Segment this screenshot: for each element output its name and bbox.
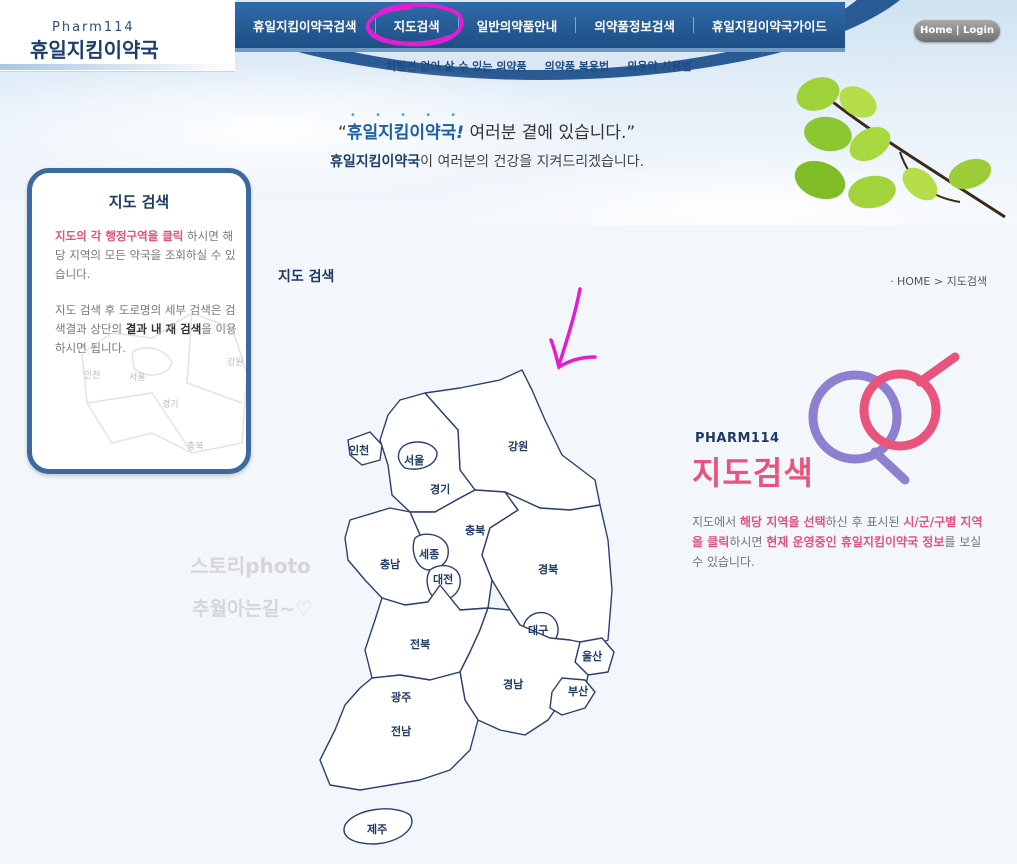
slogan-dots: • • • • • [350, 110, 465, 121]
mini-label-incheon: 인천 [84, 371, 101, 381]
watermark-text-1: 스토리photo [190, 554, 311, 578]
region-label-seoul[interactable]: 서울 [404, 452, 424, 468]
region-label-daegu[interactable]: 대구 [528, 622, 548, 638]
region-label-gyeongbuk[interactable]: 경북 [538, 561, 558, 577]
region-label-incheon[interactable]: 인천 [349, 442, 369, 458]
nav-drug-info-search[interactable]: 의약품정보검색 [576, 16, 693, 35]
region-label-jeonnam[interactable]: 전남 [391, 723, 411, 739]
region-label-gwangju[interactable]: 광주 [391, 689, 411, 705]
sidebar-title: 지도 검색 [108, 193, 170, 211]
brand-label: PHARM114 [695, 431, 780, 446]
home-login-button[interactable]: Home | Login [914, 20, 1000, 42]
region-label-ulsan[interactable]: 울산 [582, 648, 602, 664]
subnav-dosage[interactable]: 의약품 복용법 [545, 58, 610, 74]
region-label-chungbuk[interactable]: 충북 [465, 522, 485, 538]
region-label-gyeongnam[interactable]: 경남 [503, 676, 523, 692]
leaves-decoration [794, 77, 1006, 219]
nav-otc-guide[interactable]: 일반의약품안내 [459, 16, 576, 35]
mini-label-gangwon: 강원 [227, 358, 244, 368]
sidebar-instruction-1: 지도의 각 행정구역을 클릭 하시면 해당 지역의 모든 약국을 조회하실 수 … [55, 229, 236, 281]
map-search-symbol [808, 352, 960, 485]
region-label-jeju[interactable]: 제주 [367, 821, 387, 837]
breadcrumb[interactable]: · HOME > 지도검색 [890, 273, 987, 289]
site-logo[interactable]: Pharm114 휴일지킴이약국 [0, 0, 235, 72]
mini-label-gyeonggi: 경기 [162, 400, 179, 410]
mini-label-chungbuk: 충북 [187, 442, 204, 452]
logo-tagline: Pharm114 [52, 20, 135, 35]
region-label-sejong[interactable]: 세종 [419, 546, 439, 562]
subnav-external-use[interactable]: 외용약 사용법 [627, 58, 692, 74]
region-label-daejeon[interactable]: 대전 [433, 571, 453, 587]
region-label-gangwon[interactable]: 강원 [508, 438, 528, 454]
map-search-description: 지도에서 해당 지역을 선택하신 후 표시된 시/군/구별 지역을 클릭하시면 … [692, 515, 983, 569]
region-label-jeonbuk[interactable]: 전북 [410, 636, 430, 652]
region-label-busan[interactable]: 부산 [568, 683, 588, 699]
subnav-otc-list[interactable]: 처방전 없이 살 수 있는 의약품 [386, 58, 527, 74]
region-label-chungnam[interactable]: 충남 [380, 556, 400, 572]
korea-map [319, 369, 615, 845]
slogan: • • • • • “휴일지킴이약국! 여러분 곁에 있습니다.” 휴일지킴이약… [330, 110, 645, 170]
sidebar-panel: 지도 검색 지도의 각 행정구역을 클릭 하시면 해당 지역의 모든 약국을 조… [27, 168, 251, 474]
nav-pharmacy-guide[interactable]: 휴일지킴이약국가이드 [694, 16, 845, 35]
main-nav: 휴일지킴이약국검색 지도검색 일반의약품안내 의약품정보검색 휴일지킴이약국가이… [235, 2, 845, 48]
sub-nav: 처방전 없이 살 수 있는 의약품 의약품 복용법 외용약 사용법 [386, 58, 692, 74]
watermark-text-2: 추월아는길~♡ [192, 598, 313, 620]
region-label-gyeonggi[interactable]: 경기 [430, 481, 450, 497]
mini-label-seoul: 서울 [129, 373, 146, 383]
logo-name: 휴일지킴이약국 [30, 38, 159, 62]
highlight-circle-annotation [365, 2, 464, 47]
map-search-heading: 지도검색 [692, 454, 814, 492]
